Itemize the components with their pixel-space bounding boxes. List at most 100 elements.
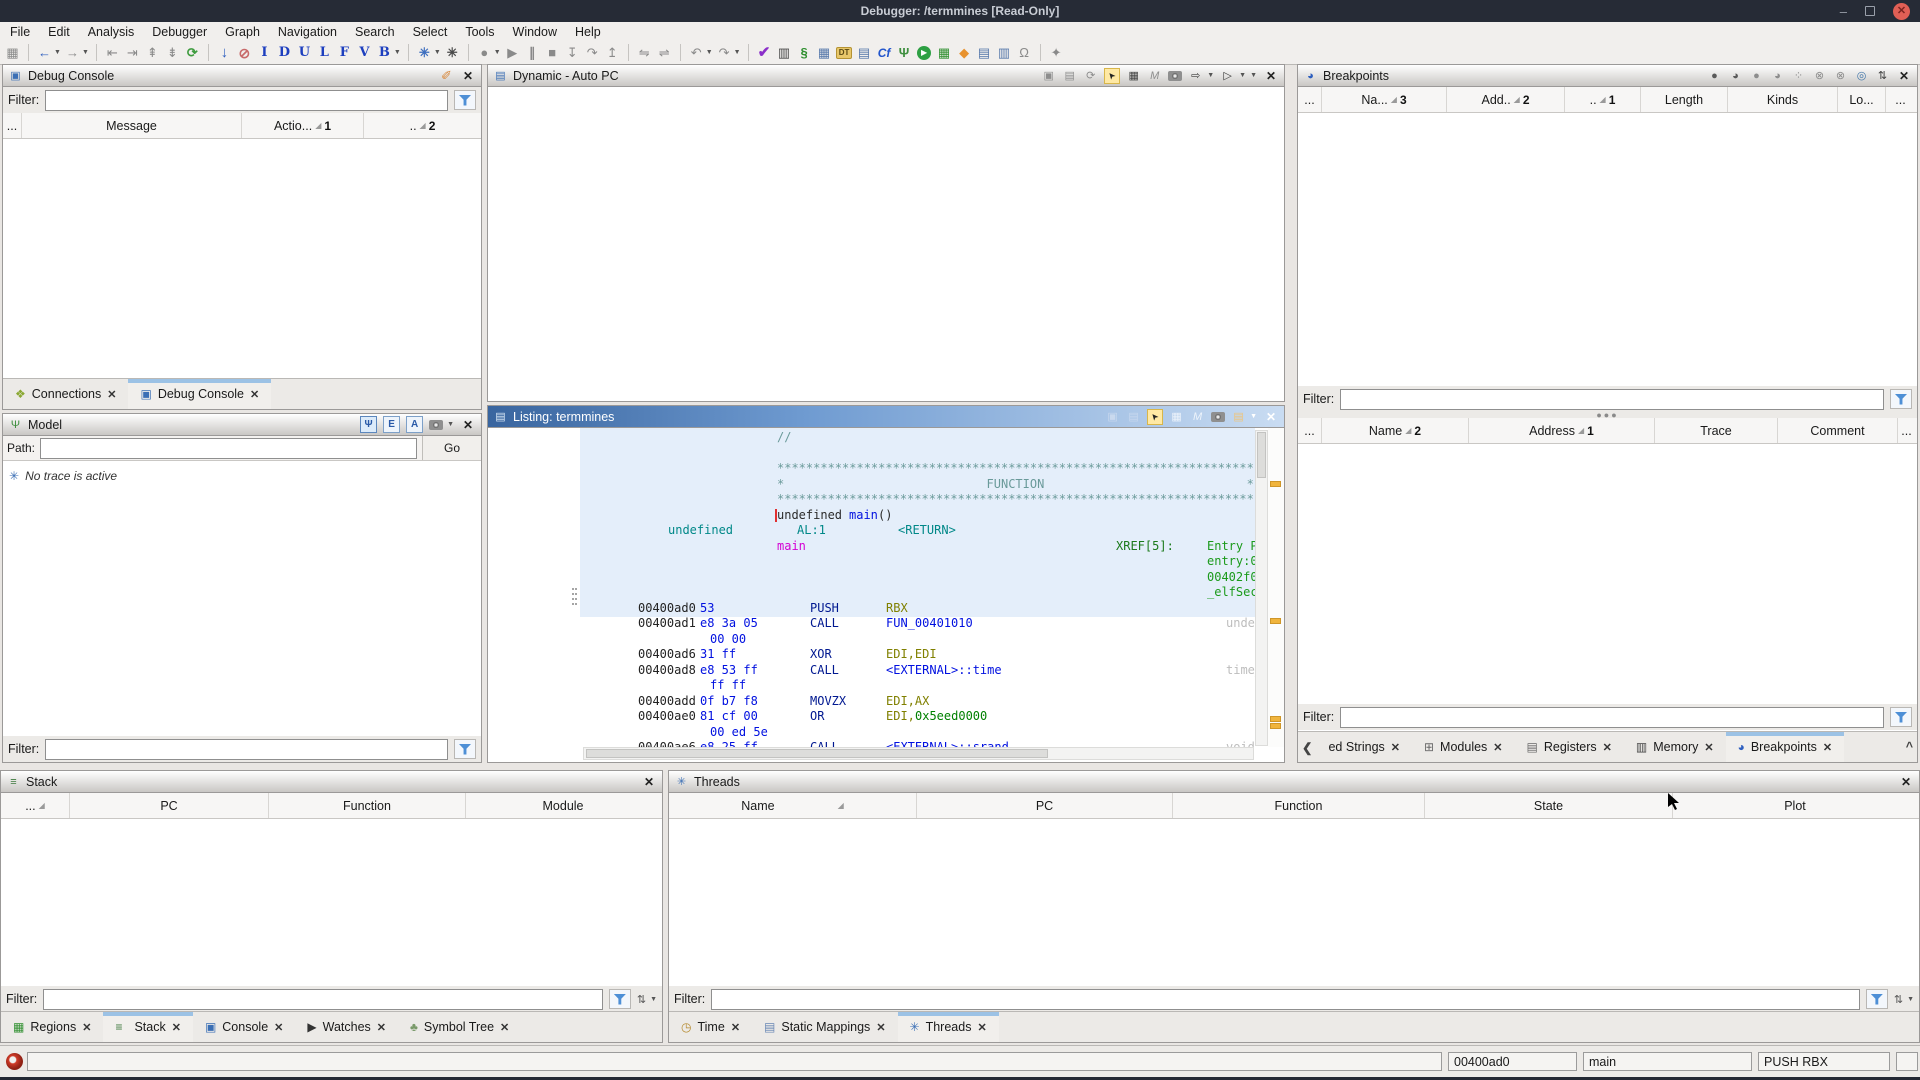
tab-watches[interactable]: ▶ Watches ✕ [295, 1012, 398, 1042]
step-into-icon[interactable]: ↧ [564, 44, 581, 61]
listing-line[interactable]: // [580, 430, 1255, 446]
tab-memory[interactable]: ▥ Memory ✕ [1624, 732, 1726, 762]
listing-line[interactable] [580, 446, 1255, 462]
select-cursor-icon[interactable]: ➤ [1104, 67, 1121, 84]
disable-breakpoint-icon[interactable]: ● [1749, 68, 1764, 83]
tab-close-icon[interactable]: ✕ [1493, 741, 1502, 754]
tab-console[interactable]: ▣ Console ✕ [193, 1012, 295, 1042]
column-settings-icon[interactable]: ⇅ [1894, 993, 1903, 1006]
listing-instruction[interactable]: 00400add 0f b7 f8 MOVZX EDI,AX [580, 694, 1255, 710]
close-icon[interactable]: ✕ [1263, 69, 1279, 83]
ghidra-logo-icon[interactable] [6, 1053, 23, 1070]
column-header-length[interactable]: Length [1641, 87, 1728, 112]
datatype-manager-icon[interactable]: DT [835, 44, 853, 61]
menu-chevron-icon[interactable]: ▼ [1250, 72, 1257, 79]
paste-icon[interactable]: ▤ [1062, 68, 1077, 83]
markup-l-icon[interactable]: L [316, 44, 333, 61]
column-header-name[interactable]: Name ◢ 2 [1322, 418, 1469, 443]
menu-analysis[interactable]: Analysis [88, 25, 135, 39]
debug-console-table-body[interactable] [3, 143, 481, 379]
track-pc-icon[interactable]: ▷ [1220, 68, 1235, 83]
menu-file[interactable]: File [10, 25, 30, 39]
step-out-icon[interactable]: ↥ [604, 44, 621, 61]
clear-breakpoint-icon[interactable]: ⊗ [1812, 68, 1827, 83]
tab-close-icon[interactable]: ✕ [1704, 741, 1713, 754]
column-header[interactable]: ... [1298, 418, 1322, 443]
menu-tools[interactable]: Tools [465, 25, 494, 39]
markup-d-icon[interactable]: D [276, 44, 293, 61]
column-header-pc[interactable]: PC [70, 793, 269, 818]
menu-navigation[interactable]: Navigation [278, 25, 337, 39]
tab-close-icon[interactable]: ✕ [1823, 741, 1832, 754]
menu-select[interactable]: Select [413, 25, 448, 39]
column-header-function[interactable]: Function [1173, 793, 1425, 818]
column-header-module[interactable]: Module [466, 793, 660, 818]
tab-close-icon[interactable]: ✕ [172, 1021, 181, 1034]
tab-connections[interactable]: ❖ Connections ✕ [3, 379, 128, 409]
export-table-icon[interactable]: ▦ [1126, 68, 1141, 83]
column-header[interactable]: ... [1886, 87, 1915, 112]
menu-edit[interactable]: Edit [48, 25, 70, 39]
listing-line[interactable]: 00402f00 [580, 570, 1255, 586]
column-header-name[interactable]: Na... ◢ 3 [1322, 87, 1447, 112]
resume-icon[interactable]: ▶ [504, 44, 521, 61]
tab-close-icon[interactable]: ✕ [82, 1021, 91, 1034]
clear-icon[interactable]: ⊘ [236, 44, 253, 61]
tree-icon[interactable]: Ψ [896, 44, 913, 61]
locations-filter-input[interactable] [1340, 706, 1884, 728]
column-header-actions[interactable]: Actio... ◢ 1 [242, 113, 364, 138]
back-icon[interactable]: ← [36, 44, 53, 61]
tab-close-icon[interactable]: ✕ [274, 1021, 283, 1034]
kill-icon[interactable]: ■ [544, 44, 561, 61]
filter-options-button[interactable] [1865, 989, 1888, 1009]
column-header[interactable]: ... [1298, 87, 1322, 112]
locations-table-body[interactable] [1298, 444, 1917, 704]
minimize-button[interactable]: – [1840, 5, 1847, 18]
refresh-icon[interactable]: ⟳ [1083, 68, 1098, 83]
column-header-address[interactable]: Address ◢ 1 [1469, 418, 1655, 443]
eraser-icon[interactable]: ✐ [439, 68, 454, 83]
cf-icon[interactable]: Cf [876, 44, 893, 61]
listing-bytes-continuation[interactable]: ff ff [580, 678, 1255, 694]
select-cursor-icon[interactable]: ➤ [1147, 408, 1164, 425]
tab-static-mappings[interactable]: ▤ Static Mappings ✕ [752, 1012, 898, 1042]
tab-strings[interactable]: ed Strings ✕ [1316, 732, 1412, 762]
tab-close-icon[interactable]: ✕ [731, 1021, 740, 1034]
column-header-kinds[interactable]: Kinds [1728, 87, 1838, 112]
attributes-toggle-icon[interactable]: A [406, 416, 424, 433]
breakpoints-table-body[interactable] [1298, 113, 1917, 386]
key-icon[interactable]: ✦ [1048, 44, 1065, 61]
reload-icon[interactable]: ⟳ [184, 44, 201, 61]
listing-line-prototype[interactable]: undefined AL:1 <RETURN> [580, 523, 1255, 539]
forward-icon[interactable]: → [64, 44, 81, 61]
close-icon[interactable]: ✕ [641, 775, 657, 789]
listing-bytes-continuation[interactable]: 00 ed 5e [580, 725, 1255, 741]
column-header-comment[interactable]: Comment [1778, 418, 1898, 443]
bookmark-marker[interactable] [1270, 481, 1281, 487]
diff-icon[interactable]: M [1190, 409, 1205, 424]
column-header-function[interactable]: Function [269, 793, 466, 818]
filter-options-button[interactable] [608, 989, 631, 1009]
maximize-button[interactable] [1865, 6, 1875, 16]
snapshot-camera-icon[interactable] [1211, 411, 1226, 422]
filter-options-button[interactable] [454, 90, 476, 110]
tab-threads[interactable]: ✳ Threads ✕ [897, 1012, 999, 1042]
markup-v-icon[interactable]: V [356, 44, 373, 61]
menu-debugger[interactable]: Debugger [152, 25, 207, 39]
column-header-state[interactable]: State [1425, 793, 1673, 818]
listing-line-label[interactable]: main XREF[5]: Entry Po [580, 539, 1255, 555]
threads-filter-input[interactable] [711, 988, 1860, 1010]
memory-bytes-icon[interactable]: ▥ [776, 44, 793, 61]
disable-all-breakpoints-icon[interactable]: ◕ [1770, 68, 1785, 83]
window-table-icon[interactable]: ▦ [816, 44, 833, 61]
tab-regions[interactable]: ▦ Regions ✕ [1, 1012, 103, 1042]
diamond-icon[interactable]: ◆ [956, 44, 973, 61]
tab-time[interactable]: ◷ Time ✕ [669, 1012, 752, 1042]
tab-scroll-left-icon[interactable]: ❮ [1298, 732, 1316, 762]
column-header-locations[interactable]: Lo... [1838, 87, 1886, 112]
listing-instruction[interactable]: 00400ad6 31 ff XOR EDI,EDI [580, 647, 1255, 663]
column-header-name[interactable]: Name ◢ [669, 793, 917, 818]
bookmark-marker[interactable] [1270, 618, 1281, 624]
markup-i-icon[interactable]: I [256, 44, 273, 61]
tree-view-toggle-icon[interactable]: Ψ [360, 416, 378, 433]
